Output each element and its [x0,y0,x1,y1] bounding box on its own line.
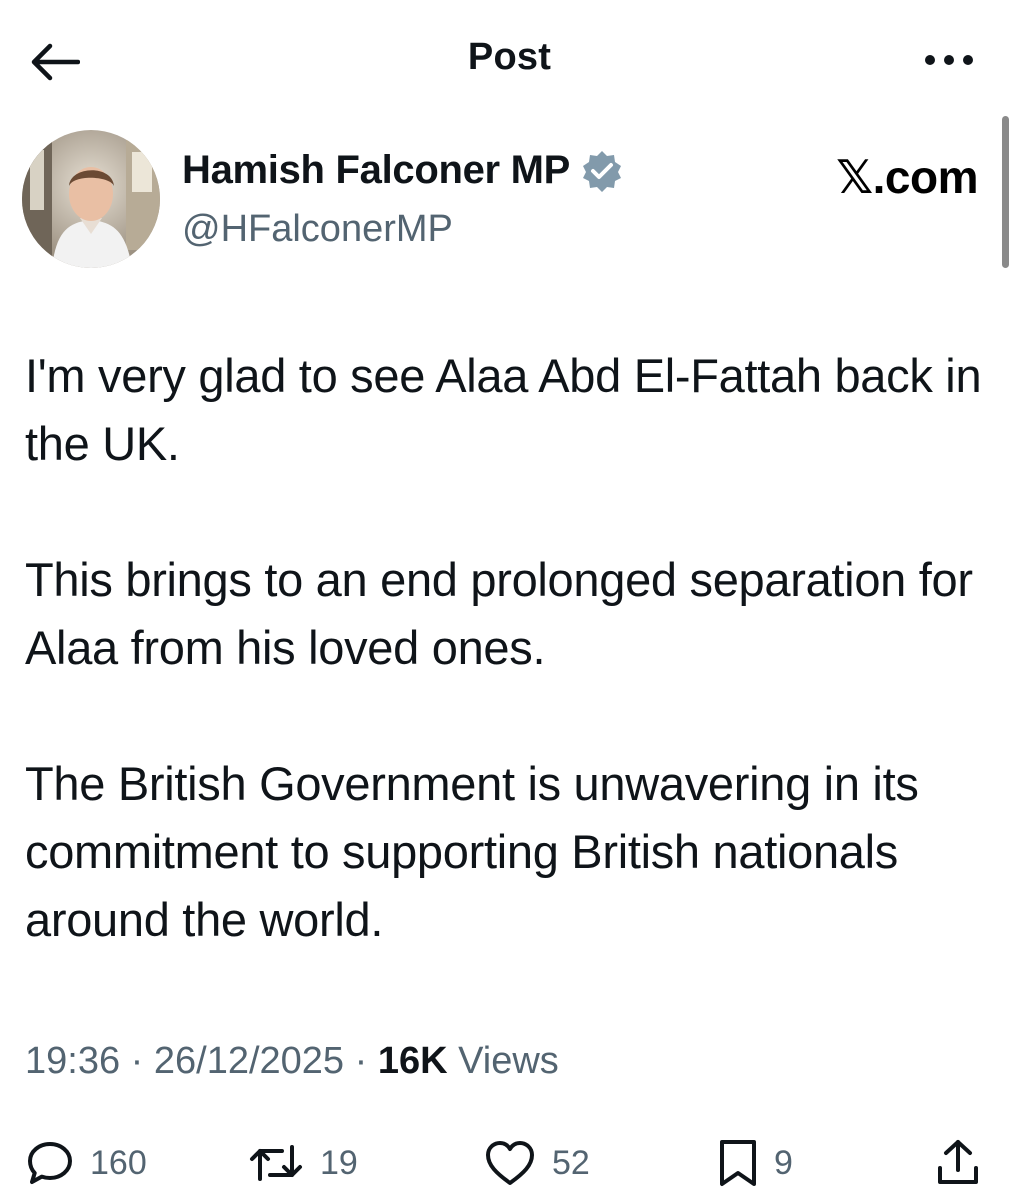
post-paragraph: This brings to an end prolonged separati… [25,553,973,674]
author-name[interactable]: Hamish Falconer MP [182,148,570,193]
views-count: 16K [377,1040,448,1082]
reply-count: 160 [90,1143,147,1182]
reply-button[interactable]: 160 [26,1130,147,1196]
meta-separator: · [130,1040,154,1082]
top-bar: Post [0,0,1019,120]
post-paragraph: I'm very glad to see Alaa Abd El-Fattah … [25,349,982,470]
author-name-row: Hamish Falconer MP [182,148,624,193]
post-date[interactable]: 26/12/2025 [154,1040,344,1082]
action-bar: 160 19 52 9 [0,1130,1019,1200]
bookmark-count: 9 [774,1143,793,1182]
author-block: Hamish Falconer MP @HFalconerMP 𝕏.com [22,130,982,270]
meta-separator: · [354,1040,378,1082]
scrollbar[interactable] [1002,116,1009,268]
like-count: 52 [552,1143,590,1182]
post-paragraph: The British Government is unwavering in … [25,757,919,946]
post-meta: 19:36 · 26/12/2025 · 16K Views [25,1040,559,1083]
verified-badge-icon [580,149,624,193]
post-text: I'm very glad to see Alaa Abd El-Fattah … [25,342,985,954]
repost-icon [250,1145,302,1181]
repost-count: 19 [320,1143,358,1182]
author-handle[interactable]: @HFalconerMP [182,208,453,251]
bookmark-button[interactable]: 9 [718,1130,793,1196]
page-title: Post [467,36,552,78]
share-icon [938,1140,978,1184]
share-button[interactable] [934,1130,982,1196]
more-dots-icon [925,55,973,65]
post-time[interactable]: 19:36 [25,1040,120,1082]
bookmark-icon [720,1140,756,1186]
heart-icon [486,1141,534,1185]
views-label: Views [458,1040,559,1082]
more-button[interactable] [919,40,979,80]
site-watermark: 𝕏.com [836,151,978,203]
avatar[interactable] [22,130,160,268]
repost-button[interactable]: 19 [248,1130,358,1196]
reply-bubble-icon [28,1142,72,1184]
like-button[interactable]: 52 [484,1130,590,1196]
